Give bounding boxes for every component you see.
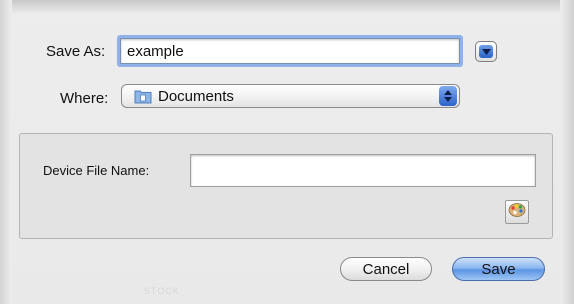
where-label: Where:: [60, 90, 109, 107]
save-as-input[interactable]: [120, 38, 460, 64]
palette-icon: [508, 202, 526, 223]
chevron-down-icon: [479, 45, 493, 58]
palette-button[interactable]: [505, 200, 529, 224]
top-shadow: [0, 0, 574, 14]
expand-dialog-button[interactable]: [475, 41, 497, 62]
folder-icon: [134, 89, 152, 109]
right-edge: [560, 0, 574, 304]
device-file-name-input[interactable]: [190, 154, 536, 187]
device-file-name-label: Device File Name:: [43, 163, 150, 178]
where-popup[interactable]: Documents: [121, 84, 460, 108]
cancel-button[interactable]: Cancel: [340, 257, 432, 281]
watermark-text: STOCK: [144, 286, 180, 296]
updown-arrows-icon: [439, 86, 457, 106]
save-as-label: Save As:: [46, 43, 106, 60]
where-value: Documents: [158, 88, 234, 105]
save-button[interactable]: Save: [452, 257, 545, 281]
left-edge: [0, 0, 12, 304]
save-dialog-sheet: Save As: Where: Documents Device File Na…: [0, 0, 574, 304]
